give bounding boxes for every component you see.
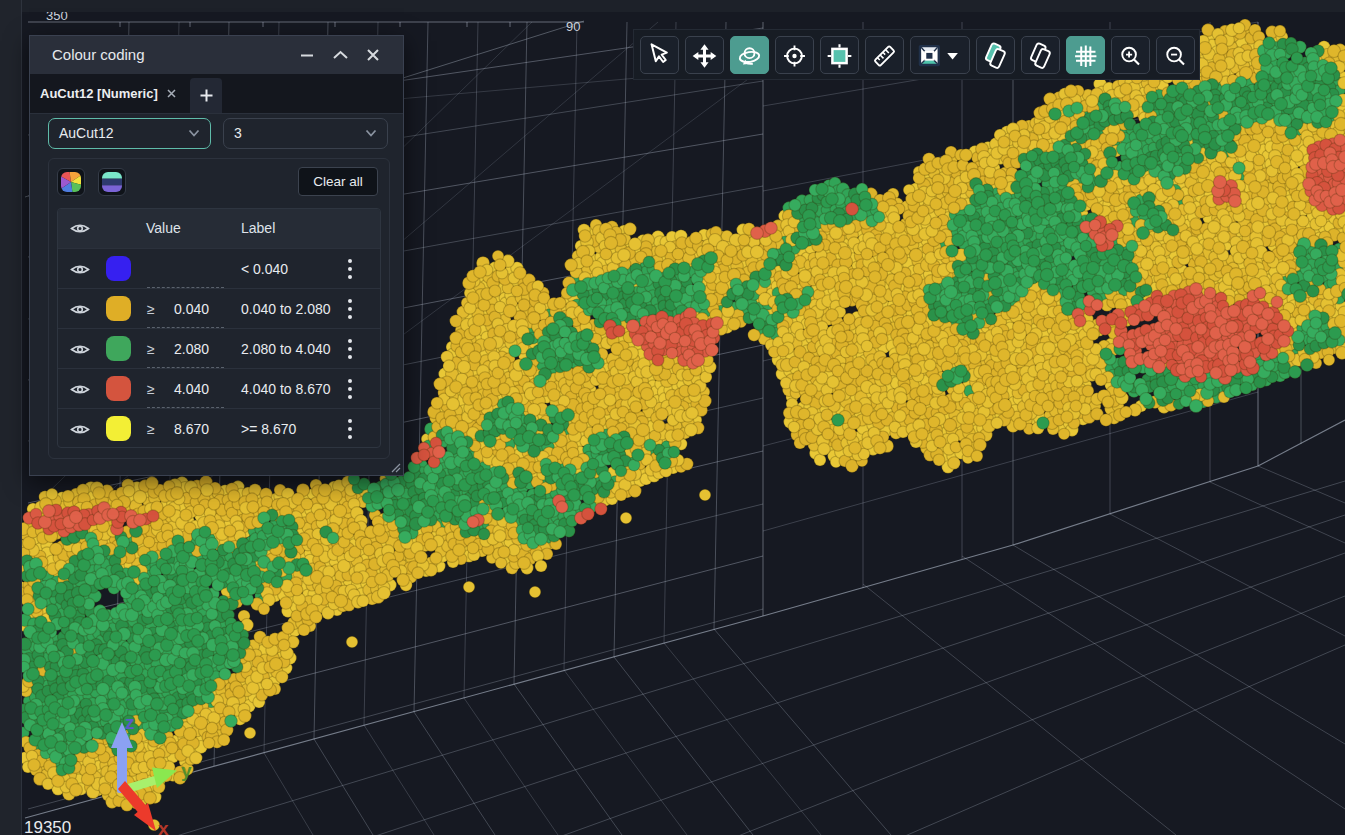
svg-text:y: y	[181, 760, 192, 781]
svg-text:90: 90	[566, 19, 580, 34]
svg-text:x: x	[158, 818, 169, 835]
svg-text:z: z	[125, 712, 135, 733]
svg-text:19350: 19350	[24, 818, 71, 835]
